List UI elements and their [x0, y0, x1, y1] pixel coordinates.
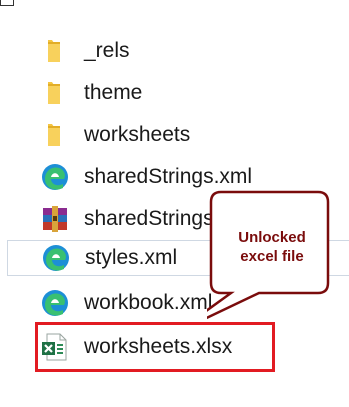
cropped-item-icon: [0, 0, 14, 6]
file-row-rels[interactable]: _rels: [40, 33, 340, 69]
file-name: sharedStrings.xml: [84, 165, 253, 188]
folder-icon: [40, 36, 70, 66]
folder-icon: [40, 120, 70, 150]
file-name: _rels: [84, 39, 130, 62]
edge-icon: [40, 288, 70, 318]
file-name: workbook.xml: [84, 291, 213, 314]
file-name: worksheets: [84, 123, 191, 146]
callout-line-1: Unlocked: [238, 229, 306, 246]
file-row-worksheets-folder[interactable]: worksheets: [40, 117, 340, 153]
callout-line-2: excel file: [240, 248, 304, 265]
edge-icon: [40, 162, 70, 192]
folder-icon: [40, 78, 70, 108]
edge-icon: [41, 243, 71, 273]
callout-text: Unlocked excel file: [227, 228, 317, 266]
file-name: theme: [84, 81, 143, 104]
winrar-icon: [40, 204, 70, 234]
callout-bubble: Unlocked excel file: [207, 190, 332, 320]
file-name: styles.xml: [85, 246, 178, 269]
file-row-theme[interactable]: theme: [40, 75, 340, 111]
